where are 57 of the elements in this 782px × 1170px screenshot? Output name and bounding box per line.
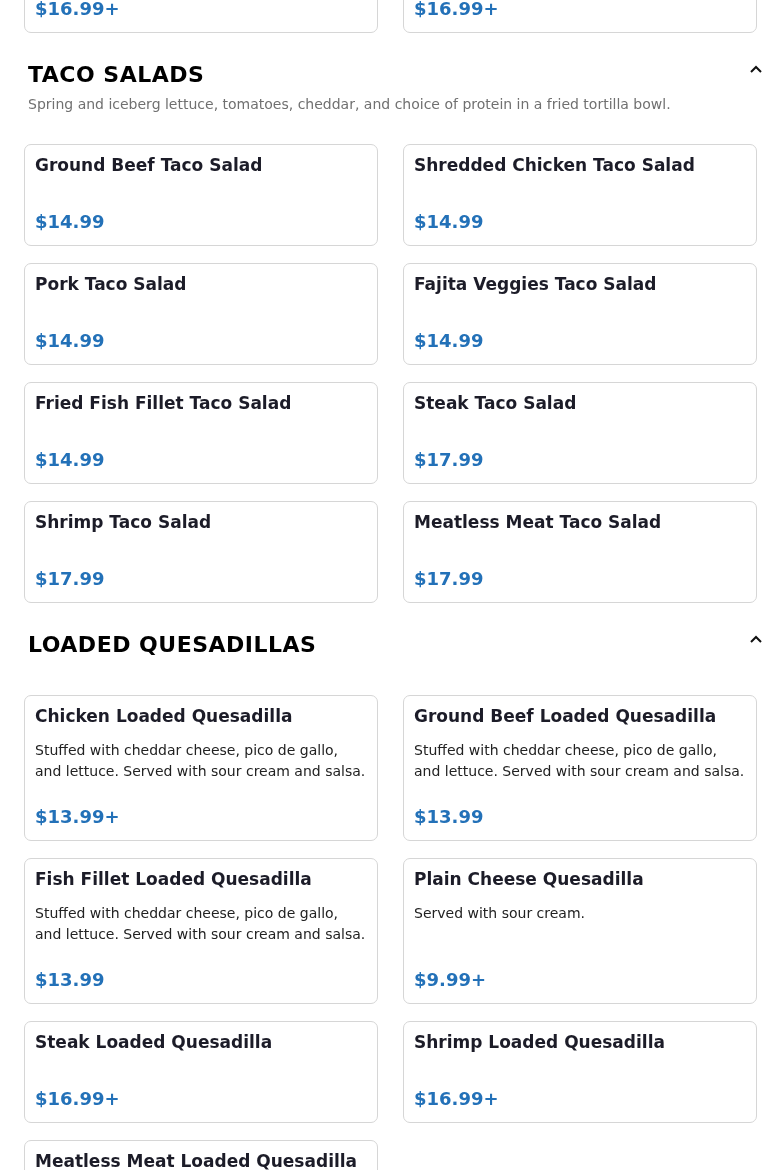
item-name: Pork Taco Salad (35, 274, 188, 294)
section-title: TACO SALADS (28, 62, 205, 88)
item-price: $16.99+ (414, 0, 500, 20)
menu-item-card[interactable]: $16.99+ (403, 0, 757, 33)
menu-item-card[interactable]: Shrimp Loaded Quesadilla $16.99+ (403, 1021, 757, 1123)
item-name: Steak Taco Salad (414, 393, 578, 413)
menu-item-card[interactable]: Meatless Meat Loaded Quesadilla (24, 1140, 378, 1170)
menu-item-card[interactable]: Steak Taco Salad $17.99 (403, 382, 757, 484)
section-description: Spring and iceberg lettuce, tomatoes, cheddar, and choice of protein in a fried tortilla bowl. (28, 95, 672, 113)
chevron-icon (749, 634, 763, 644)
item-name: Meatless Meat Loaded Quesadilla (35, 1151, 359, 1170)
item-price: $14.99 (414, 211, 485, 233)
item-price: $13.99 (35, 969, 106, 991)
item-name: Meatless Meat Taco Salad (414, 512, 663, 532)
item-price: $14.99 (35, 330, 106, 352)
item-price: $17.99 (414, 449, 485, 471)
section-title: LOADED QUESADILLAS (28, 632, 317, 658)
item-price: $14.99 (414, 330, 485, 352)
item-price: $13.99+ (35, 806, 121, 828)
item-name: Ground Beef Taco Salad (35, 155, 264, 175)
item-price: $16.99+ (35, 0, 121, 20)
menu-item-card[interactable]: Fajita Veggies Taco Salad $14.99 (403, 263, 757, 365)
item-name: Steak Loaded Quesadilla (35, 1032, 274, 1052)
chevron-icon (749, 64, 763, 74)
item-name: Shredded Chicken Taco Salad (414, 155, 696, 175)
item-name: Ground Beef Loaded Quesadilla (414, 706, 718, 726)
menu-item-card[interactable]: Chicken Loaded Quesadilla Stuffed with cheddar cheese, pico de gallo, and lettuce. Served with sour cream and salsa. $13.99+ (24, 695, 378, 841)
item-description: Stuffed with cheddar cheese, pico de gallo, and lettuce. Served with sour cream and salsa. (35, 741, 367, 781)
item-price: $14.99 (35, 211, 106, 233)
item-name: Shrimp Taco Salad (35, 512, 213, 532)
item-price: $9.99+ (414, 969, 488, 991)
item-name: Fajita Veggies Taco Salad (414, 274, 658, 294)
item-price: $14.99 (35, 449, 106, 471)
item-name: Shrimp Loaded Quesadilla (414, 1032, 666, 1052)
menu-item-card[interactable]: Fish Fillet Loaded Quesadilla Stuffed with cheddar cheese, pico de gallo, and lettuce. Served with sour cream and salsa. $13.99 (24, 858, 378, 1004)
item-name: Plain Cheese Quesadilla (414, 869, 645, 889)
menu-item-card[interactable]: Fried Fish Fillet Taco Salad $14.99 (24, 382, 378, 484)
item-price: $13.99 (414, 806, 485, 828)
menu-item-card[interactable]: Ground Beef Loaded Quesadilla Stuffed with cheddar cheese, pico de gallo, and lettuce. Served with sour cream and salsa. $13.99 (403, 695, 757, 841)
menu-item-card[interactable]: Meatless Meat Taco Salad $17.99 (403, 501, 757, 603)
menu-item-card[interactable]: Steak Loaded Quesadilla $16.99+ (24, 1021, 378, 1123)
menu-item-card[interactable]: Ground Beef Taco Salad $14.99 (24, 144, 378, 246)
menu-item-card[interactable]: $16.99+ (24, 0, 378, 33)
item-name: Fried Fish Fillet Taco Salad (35, 393, 293, 413)
menu-item-card[interactable]: Shredded Chicken Taco Salad $14.99 (403, 144, 757, 246)
menu-item-card[interactable]: Plain Cheese Quesadilla Served with sour cream. $9.99+ (403, 858, 757, 1004)
menu-item-card[interactable]: Shrimp Taco Salad $17.99 (24, 501, 378, 603)
item-price: $16.99+ (414, 1088, 500, 1110)
item-description: Served with sour cream. (414, 904, 586, 923)
item-price: $17.99 (414, 568, 485, 590)
item-description: Stuffed with cheddar cheese, pico de gallo, and lettuce. Served with sour cream and salsa. (414, 741, 746, 781)
menu-item-card[interactable]: Pork Taco Salad $14.99 (24, 263, 378, 365)
item-name: Chicken Loaded Quesadilla (35, 706, 294, 726)
item-description: Stuffed with cheddar cheese, pico de gallo, and lettuce. Served with sour cream and salsa. (35, 904, 367, 944)
item-price: $17.99 (35, 568, 106, 590)
item-price: $16.99+ (35, 1088, 121, 1110)
item-name: Fish Fillet Loaded Quesadilla (35, 869, 313, 889)
